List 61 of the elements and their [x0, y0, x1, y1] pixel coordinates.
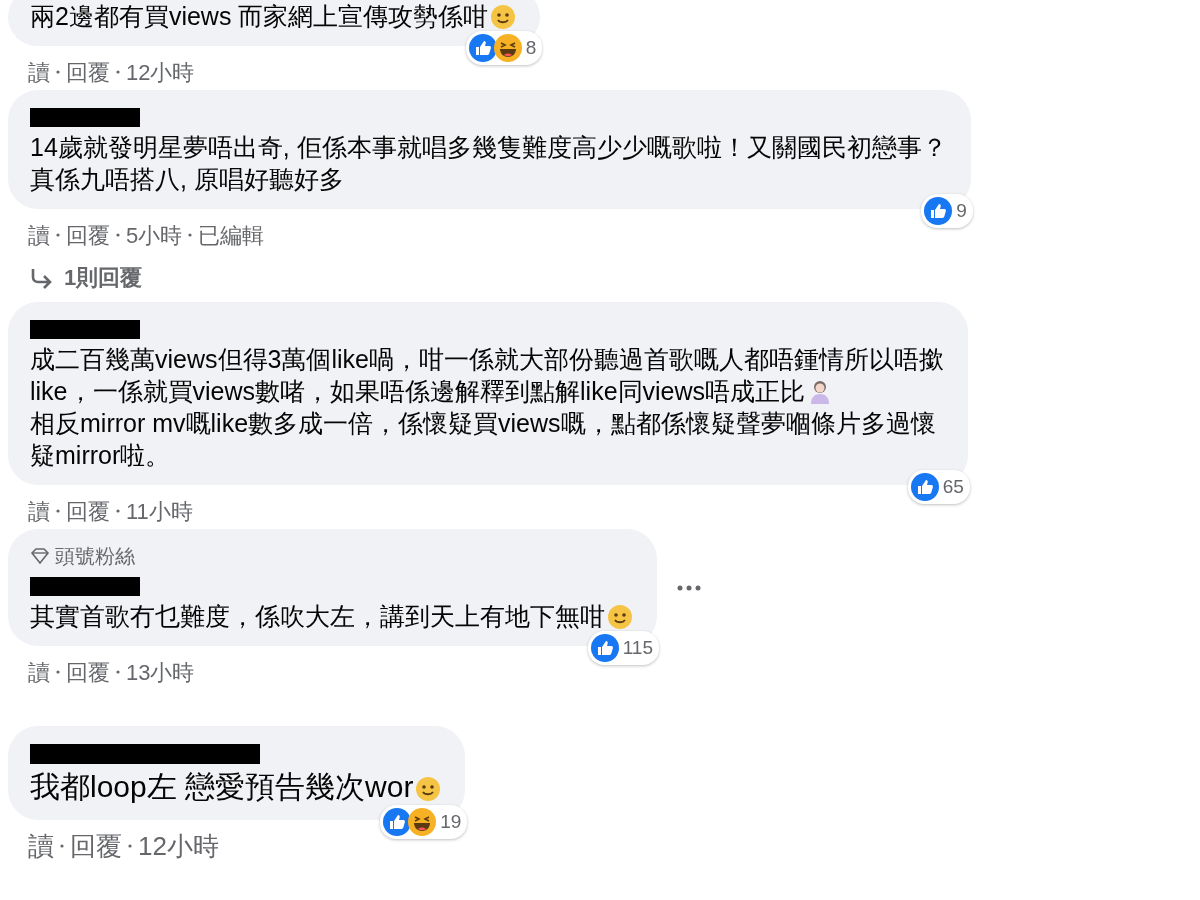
reaction-count: 9 [956, 198, 967, 223]
smiley-face-icon [607, 604, 633, 630]
comment-action-link[interactable]: 讀 [28, 494, 50, 528]
comment-text: 兩2邊都有買views 而家網上宣傳攻勢係咁 [30, 2, 489, 30]
reaction-summary[interactable]: 9 [921, 193, 973, 228]
comment-action-link[interactable]: 回覆 [66, 218, 110, 252]
comment-time: 12小時 [138, 829, 219, 863]
separator-dot-icon [128, 844, 132, 848]
like-icon [383, 807, 412, 836]
fan-badge-label: 頭號粉絲 [55, 544, 135, 569]
more-options-icon[interactable] [677, 584, 701, 591]
comment-time: 5小時 [126, 221, 183, 250]
comment-text: 疑mirror啦。 [30, 441, 171, 469]
like-icon [924, 196, 953, 225]
separator-dot-icon [116, 70, 120, 74]
separator-dot-icon [56, 509, 60, 513]
reaction-count: 115 [622, 635, 653, 660]
separator-dot-icon [116, 670, 120, 674]
comment-time: 13小時 [126, 658, 195, 687]
separator-dot-icon [60, 844, 64, 848]
comment-text: 相反mirror mv嘅like數多成一倍，係懷疑買views嘅，點都係懷疑聲夢嗰條片多過懷 [30, 409, 936, 437]
comment-text: like，一係就買views數啫，如果唔係邊解釋到點解like同views唔成正比 [30, 377, 806, 405]
comment-action-link[interactable]: 讀 [28, 218, 50, 252]
reaction-summary[interactable]: 8 [465, 30, 543, 65]
comment-action-link[interactable]: 回覆 [66, 655, 110, 689]
comment-action-link[interactable]: 回覆 [66, 55, 110, 89]
comment-action-link[interactable]: 回覆 [70, 826, 122, 866]
reaction-summary[interactable]: 19 [380, 804, 468, 839]
reaction-count: 19 [440, 809, 462, 834]
comment-text: 其實首歌冇乜難度，係吹大左，講到天上有地下無咁 [30, 602, 605, 630]
comment-time: 11小時 [126, 497, 193, 526]
comment-action-link[interactable]: 讀 [28, 655, 50, 689]
reaction-summary[interactable]: 65 [907, 469, 970, 504]
comment-action-link[interactable]: 回覆 [66, 494, 110, 528]
separator-dot-icon [116, 233, 120, 237]
edited-label: 已編輯 [198, 221, 265, 250]
reply-arrow-icon [30, 266, 52, 289]
comment-text: 成二百幾萬views但得3萬個like喎，咁一係就大部份聽過首歌嘅人都唔鍾情所以唔撳 [30, 345, 944, 373]
comment-text: 我都loop左 戀愛預告幾次wor [30, 770, 414, 803]
smiley-face-icon [490, 4, 517, 30]
laughing-face-icon [493, 33, 522, 62]
separator-dot-icon [56, 233, 60, 237]
separator-dot-icon [116, 509, 120, 513]
laughing-face-icon [408, 807, 437, 836]
comment-action-link[interactable]: 讀 [28, 826, 54, 866]
comment-text: 14歲就發明星夢唔出奇, 佢係本事就唱多幾隻難度高少少嘅歌啦！又關國民初戀事？ [30, 133, 947, 161]
reaction-count: 65 [942, 474, 964, 499]
reaction-summary[interactable]: 115 [587, 630, 659, 665]
diamond-icon [30, 547, 50, 565]
separator-dot-icon [188, 233, 193, 237]
comment-text: 真係九唔搭八, 原唱好聽好多 [30, 165, 344, 193]
smiley-face-icon [415, 776, 442, 802]
separator-dot-icon [56, 70, 60, 74]
comment-action-link[interactable]: 讀 [28, 55, 50, 89]
comment-time: 12小時 [126, 58, 195, 87]
like-icon [590, 633, 619, 662]
like-icon [910, 472, 939, 501]
separator-dot-icon [56, 670, 60, 674]
reaction-count: 8 [525, 35, 537, 60]
like-icon [468, 33, 497, 62]
view-replies-link[interactable]: 1則回覆 [64, 261, 143, 294]
